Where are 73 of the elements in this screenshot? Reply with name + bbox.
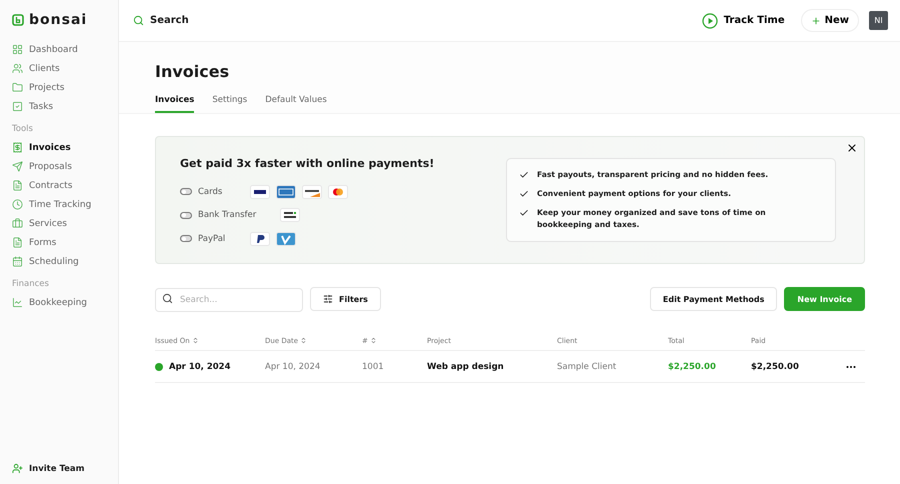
user-avatar[interactable]: NI (869, 11, 888, 30)
filter-icon (323, 294, 333, 304)
table-cell: Sample Client (557, 362, 616, 372)
tab[interactable]: Invoices (155, 95, 194, 113)
user-plus-icon (12, 463, 23, 474)
sort-icon (370, 337, 377, 344)
grid-icon (12, 44, 23, 55)
briefcase-icon (12, 218, 23, 229)
sidebar-item[interactable]: Bookkeeping (12, 293, 118, 312)
sidebar-item[interactable]: Tasks (12, 97, 118, 116)
sidebar-item[interactable]: Proposals (12, 157, 118, 176)
invite-team-link[interactable]: Invite Team (12, 463, 118, 474)
users-icon (12, 63, 23, 74)
search-button[interactable]: Search (133, 15, 692, 26)
venmo-logo (276, 232, 296, 246)
track-time-button[interactable]: Track Time (702, 12, 785, 28)
page-title: Invoices (155, 62, 230, 81)
table-cell: Apr 10, 2024 (169, 362, 230, 372)
table-cell: $2,250.00 (668, 362, 716, 372)
toggle-switch[interactable] (180, 188, 192, 196)
close-button[interactable] (846, 142, 858, 154)
toggle-switch[interactable] (180, 212, 192, 219)
table-cell: Web app design (427, 362, 504, 372)
sidebar-item[interactable]: Time Tracking (12, 195, 118, 214)
document-icon (12, 237, 23, 248)
calendar-icon (12, 256, 23, 267)
payment-method-label: PayPal (198, 234, 226, 244)
sort-icon (300, 337, 308, 344)
table-cell: 1001 (362, 362, 384, 372)
search-icon (133, 15, 144, 26)
new-invoice-button[interactable]: New Invoice (784, 287, 865, 311)
sidebar-item[interactable]: Clients (12, 59, 118, 78)
close-icon (846, 142, 858, 154)
section-title: Finances (12, 279, 50, 289)
brand-name: bonsai (29, 12, 88, 28)
table-cell: Apr 10, 2024 (265, 362, 320, 372)
play-icon (702, 12, 718, 28)
table-cell: $2,250.00 (751, 362, 799, 372)
folder-icon (12, 82, 23, 93)
card-logo (276, 184, 296, 199)
card-logo (250, 184, 270, 199)
card-logo (328, 184, 348, 199)
clock-icon (12, 199, 23, 210)
sidebar-item[interactable]: Dashboard (12, 40, 118, 59)
plus-icon (810, 16, 821, 26)
card-logo (302, 184, 322, 199)
paypal-logo (250, 232, 270, 246)
toggle-switch[interactable] (180, 235, 192, 242)
sidebar-item[interactable]: Projects (12, 78, 118, 97)
chart-icon (12, 297, 23, 308)
search-field[interactable]: Search... (155, 288, 303, 312)
tab[interactable]: Settings (212, 95, 248, 113)
sidebar-item[interactable]: Forms (12, 233, 118, 252)
paper-plane-icon (12, 161, 23, 172)
sort-icon (192, 337, 199, 344)
document-icon (12, 180, 23, 191)
banner-title: Get paid 3x faster with online payments! (180, 157, 434, 170)
checkbox-icon (12, 101, 23, 112)
bank-transfer-logo (280, 208, 300, 222)
sidebar-item[interactable]: Contracts (12, 176, 118, 195)
sidebar-item[interactable]: Services (12, 214, 118, 233)
logo-icon (12, 14, 24, 26)
tab[interactable]: Default Values (265, 95, 327, 113)
payment-method-label: Cards (198, 186, 224, 197)
search-icon (162, 293, 173, 304)
new-button[interactable]: New (800, 9, 859, 32)
sidebar-item[interactable]: Scheduling (12, 252, 118, 271)
section-title: Tools (12, 124, 34, 134)
receipt-icon (12, 142, 23, 153)
payment-method-label: Bank Transfer (198, 210, 258, 220)
filters-button[interactable]: Filters (310, 287, 381, 311)
edit-payment-methods-button[interactable]: Edit Payment Methods (650, 287, 778, 311)
sidebar-item[interactable]: Invoices (12, 138, 118, 157)
